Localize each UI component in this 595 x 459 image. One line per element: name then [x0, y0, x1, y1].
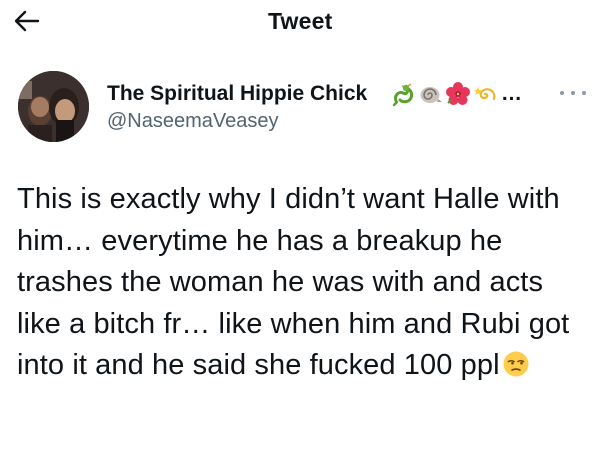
user-handle[interactable]: @NaseemaVeasey	[107, 110, 279, 133]
tweet-text: This is exactly why I didn’t want Halle …	[17, 183, 570, 381]
author-block: The Spiritual Hippie Chick … @NaseemaVea…	[107, 82, 585, 138]
top-bar: Tweet	[0, 0, 595, 44]
page-title: Tweet	[268, 8, 333, 34]
display-name[interactable]: The Spiritual Hippie Chick	[107, 82, 367, 106]
more-dots-icon	[560, 91, 564, 95]
arrow-left-icon	[14, 10, 40, 32]
name-overflow-ellipsis: …	[501, 82, 522, 105]
dragon-emoji	[392, 83, 414, 107]
more-options-button[interactable]	[560, 86, 586, 100]
more-dots-icon-dot-2	[571, 91, 575, 95]
more-dots-icon-dot-3	[582, 91, 586, 95]
back-button[interactable]	[10, 6, 44, 36]
unamused-face-emoji	[503, 351, 529, 377]
spiral-shell-emoji	[420, 87, 442, 103]
dizzy-emoji	[474, 87, 496, 101]
tweet-body: This is exactly why I didn’t want Halle …	[17, 179, 587, 387]
avatar[interactable]	[18, 71, 89, 142]
avatar-image	[18, 71, 89, 142]
name-emojis: …	[391, 80, 522, 108]
hibiscus-emoji	[446, 82, 470, 105]
